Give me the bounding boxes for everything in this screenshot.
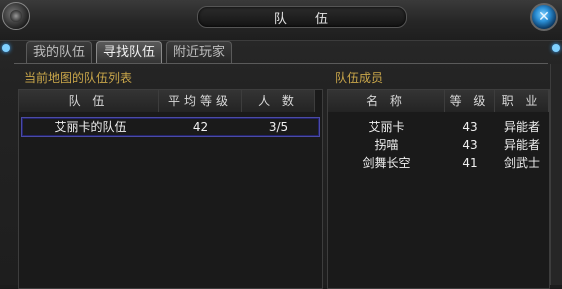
column-header-level[interactable]: 等 级 (445, 90, 495, 112)
column-header-class[interactable]: 职 业 (495, 90, 549, 112)
member-level: 41 (462, 156, 478, 170)
table-row[interactable]: 剑舞长空 41 剑武士 (328, 154, 549, 172)
tab-my-team[interactable]: 我的队伍 (26, 41, 93, 63)
tab-divider (14, 63, 548, 64)
title-bar[interactable]: 队 伍 ✕ (0, 0, 562, 41)
member-name: 艾丽卡 (368, 120, 405, 134)
table-row[interactable]: 拐喵 43 异能者 (328, 136, 549, 154)
table-row[interactable]: 艾丽卡 43 异能者 (328, 118, 549, 136)
tab-bar: 我的队伍 寻找队伍 附近玩家 (26, 41, 233, 63)
table-row[interactable]: 艾丽卡的队伍 42 3/5 (21, 117, 320, 137)
members-panel: 名 称 等 级 职 业 艾丽卡 43 异能者 拐喵 43 异能者 剑舞长空 41… (327, 89, 550, 289)
scrollbar[interactable] (550, 64, 562, 285)
tab-nearby-players[interactable]: 附近玩家 (166, 41, 233, 63)
member-class: 异能者 (503, 138, 540, 152)
frame-stud-icon (2, 44, 10, 52)
member-level: 43 (462, 138, 478, 152)
column-header-avg-level[interactable]: 平均等级 (159, 90, 242, 112)
team-avg-level: 42 (192, 120, 209, 134)
team-list-header: 队 伍 平均等级 人 数 (19, 90, 322, 112)
close-button[interactable]: ✕ (530, 3, 558, 31)
column-header-name[interactable]: 名 称 (328, 90, 445, 112)
member-name: 剑舞长空 (362, 156, 411, 170)
column-header-team[interactable]: 队 伍 (19, 90, 159, 112)
window-emblem-icon (2, 2, 30, 30)
close-icon: ✕ (538, 9, 550, 25)
team-name: 艾丽卡的队伍 (54, 120, 127, 134)
members-header: 名 称 等 级 职 业 (328, 90, 549, 112)
window-title: 队 伍 (273, 12, 341, 27)
frame-stud-icon (552, 44, 560, 52)
column-header-count[interactable]: 人 数 (242, 90, 315, 112)
team-list-panel: 队 伍 平均等级 人 数 艾丽卡的队伍 42 3/5 (18, 89, 323, 289)
team-window: 队 伍 ✕ 我的队伍 寻找队伍 附近玩家 当前地图的队伍列表 队伍成员 队 伍 … (0, 0, 562, 289)
member-class: 剑武士 (503, 156, 540, 170)
member-level: 43 (462, 120, 478, 134)
member-name: 拐喵 (374, 138, 399, 152)
team-list-label: 当前地图的队伍列表 (24, 71, 133, 85)
tab-find-team[interactable]: 寻找队伍 (96, 41, 163, 63)
members-label: 队伍成员 (335, 71, 384, 85)
team-member-count: 3/5 (268, 120, 289, 134)
member-class: 异能者 (503, 120, 540, 134)
